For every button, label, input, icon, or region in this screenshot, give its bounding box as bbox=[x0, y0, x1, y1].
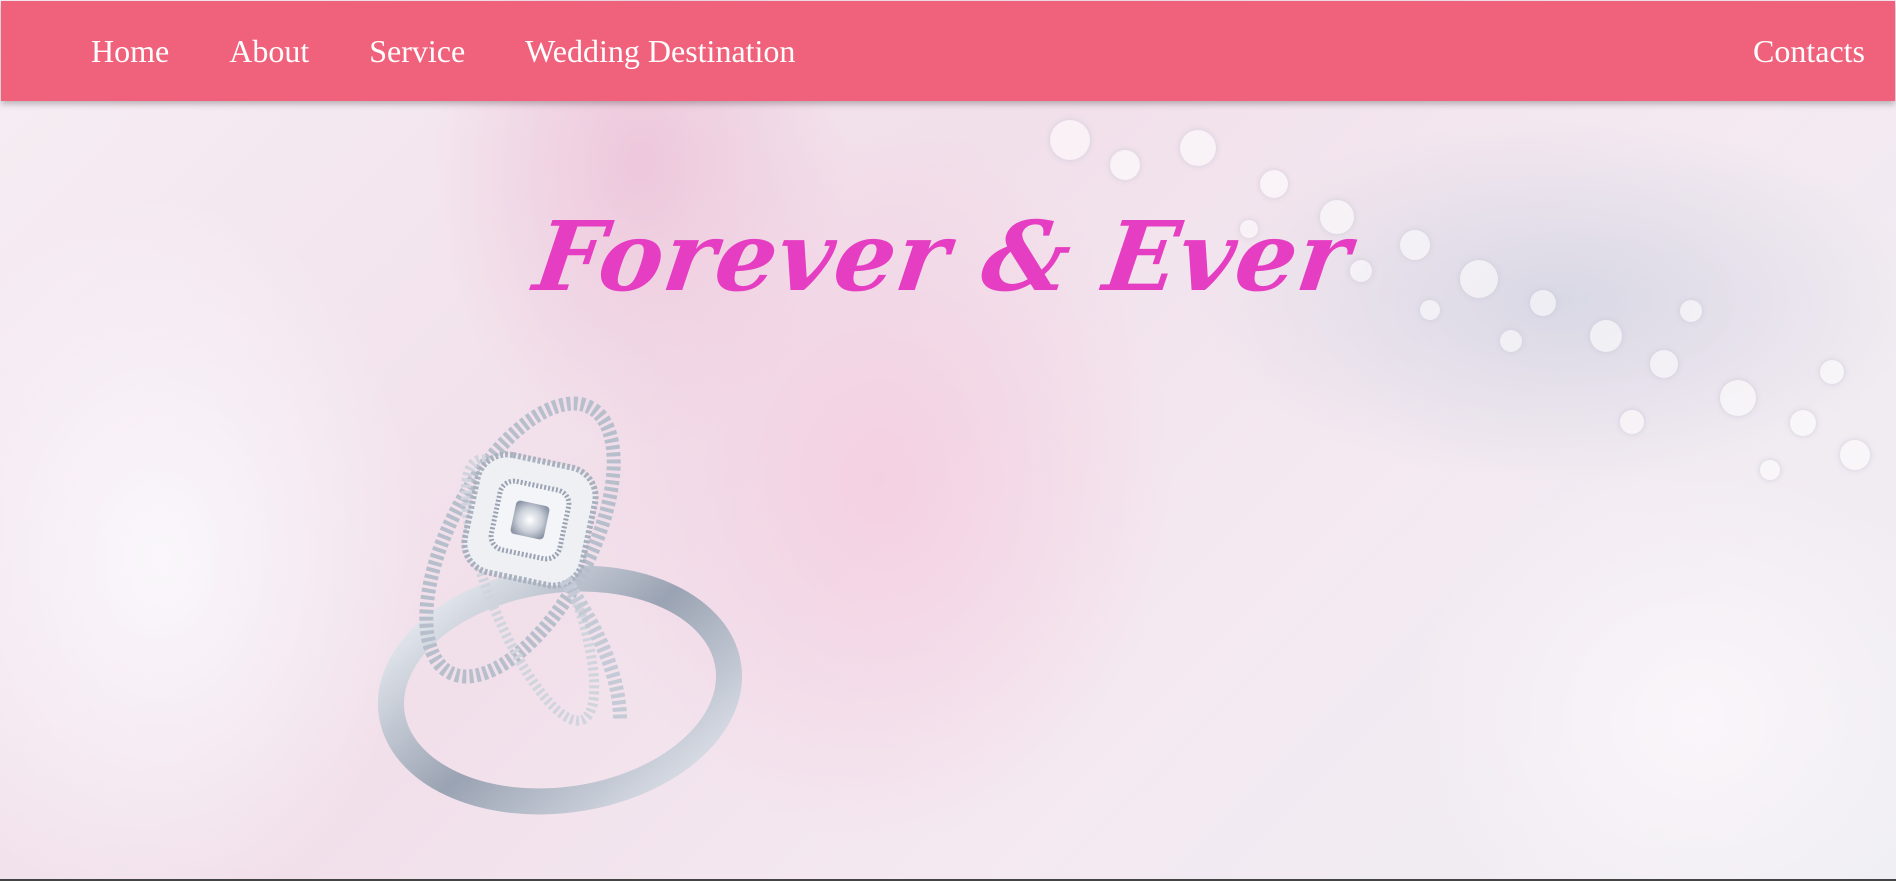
nav-link-contacts[interactable]: Contacts bbox=[1753, 33, 1865, 69]
page: Home About Service Wedding Destination C… bbox=[0, 0, 1896, 881]
nav-link-about[interactable]: About bbox=[229, 35, 309, 67]
nav-right: Contacts bbox=[1753, 35, 1865, 67]
wedding-rings-icon bbox=[377, 396, 743, 815]
hero-background-image bbox=[0, 0, 1896, 881]
hero-title-text: Forever & Ever bbox=[527, 200, 1359, 313]
hero-title: Forever & Ever bbox=[0, 200, 1896, 313]
top-navbar: Home About Service Wedding Destination C… bbox=[1, 1, 1895, 101]
nav-link-home[interactable]: Home bbox=[91, 35, 169, 67]
nav-link-wedding-destination[interactable]: Wedding Destination bbox=[525, 35, 795, 67]
nav-links: Home About Service Wedding Destination bbox=[91, 35, 855, 67]
nav-link-service[interactable]: Service bbox=[369, 35, 465, 67]
